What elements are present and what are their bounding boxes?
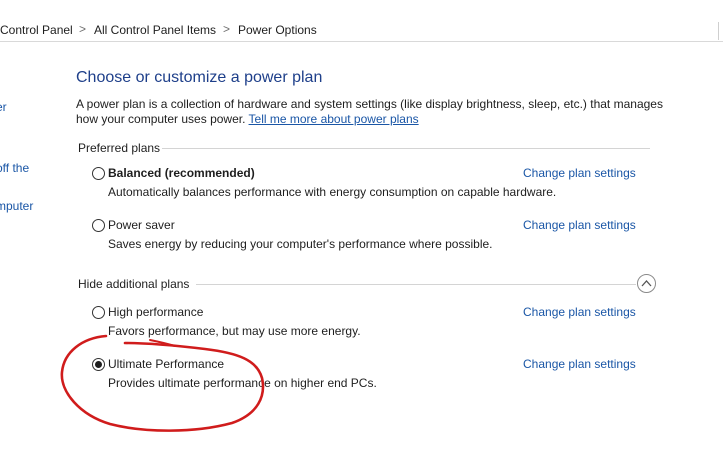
preferred-divider xyxy=(162,148,650,149)
breadcrumb-control-panel[interactable]: Control Panel xyxy=(0,23,73,37)
radio-high-performance[interactable] xyxy=(92,306,105,319)
change-plan-settings-ultimate-performance[interactable]: Change plan settings xyxy=(523,357,636,371)
plan-name-balanced[interactable]: Balanced (recommended) xyxy=(108,166,255,180)
left-nav-link-fragment[interactable]: off the xyxy=(0,161,29,175)
plan-name-power-saver[interactable]: Power saver xyxy=(108,218,175,232)
radio-ultimate-performance[interactable] xyxy=(92,358,105,371)
plan-description-power-saver: Saves energy by reducing your computer's… xyxy=(108,237,493,251)
left-nav-link-fragment[interactable]: mputer xyxy=(0,199,33,213)
breadcrumb-power-options[interactable]: Power Options xyxy=(238,23,317,37)
breadcrumb-separator-icon: > xyxy=(223,22,231,36)
breadcrumb-separator-icon: > xyxy=(79,22,87,36)
plan-description-balanced: Automatically balances performance with … xyxy=(108,185,557,199)
radio-balanced[interactable] xyxy=(92,167,105,180)
page-title: Choose or customize a power plan xyxy=(76,69,323,86)
collapse-button[interactable] xyxy=(637,274,656,293)
additional-divider xyxy=(196,284,636,285)
page-description: A power plan is a collection of hardware… xyxy=(76,97,666,127)
change-plan-settings-power-saver[interactable]: Change plan settings xyxy=(523,218,636,232)
change-plan-settings-high-performance[interactable]: Change plan settings xyxy=(523,305,636,319)
plan-description-ultimate-performance: Provides ultimate performance on higher … xyxy=(108,376,377,390)
radio-selected-icon xyxy=(95,361,102,368)
preferred-plans-header: Preferred plans xyxy=(78,141,161,155)
address-bar[interactable]: Control Panel > All Control Panel Items … xyxy=(0,20,723,42)
breadcrumb-all-items[interactable]: All Control Panel Items xyxy=(94,23,216,37)
left-nav-link-fragment[interactable]: er xyxy=(0,100,7,114)
plan-description-high-performance: Favors performance, but may use more ene… xyxy=(108,324,361,338)
address-divider xyxy=(718,22,719,40)
additional-plans-header: Hide additional plans xyxy=(78,277,190,291)
window-top-strip xyxy=(0,0,723,21)
change-plan-settings-balanced[interactable]: Change plan settings xyxy=(523,166,636,180)
radio-power-saver[interactable] xyxy=(92,219,105,232)
plan-name-ultimate-performance[interactable]: Ultimate Performance xyxy=(108,357,224,371)
learn-more-link[interactable]: Tell me more about power plans xyxy=(249,112,419,126)
plan-name-high-performance[interactable]: High performance xyxy=(108,305,203,319)
chevron-up-icon xyxy=(641,280,652,287)
